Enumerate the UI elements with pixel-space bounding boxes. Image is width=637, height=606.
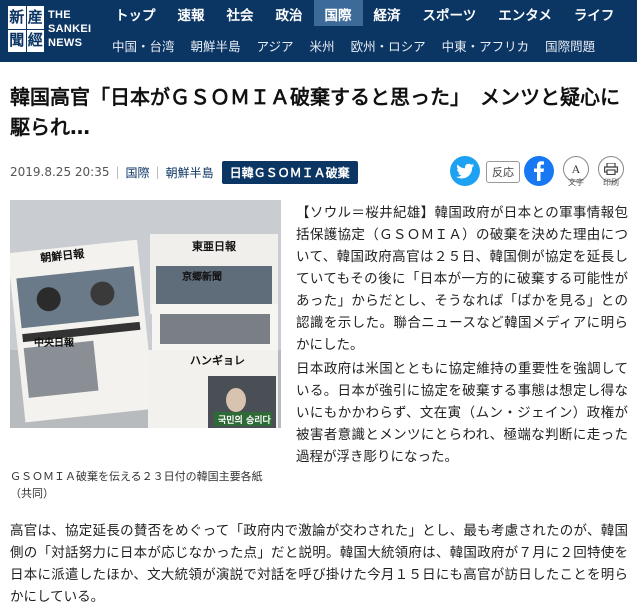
- logo-text-line: SANKEI: [48, 23, 92, 35]
- subnav-korean-peninsula[interactable]: 朝鮮半島: [183, 30, 249, 58]
- sign-text: 국민의 승리다: [218, 414, 272, 426]
- facebook-icon: [534, 161, 544, 181]
- article-paragraph: 【ソウル＝桜井紀雄】韓国政府が日本との軍事情報包括保護協定（ＧＳＯＭＩＡ）の破棄…: [296, 205, 628, 353]
- meta-separator: |: [155, 165, 160, 179]
- reaction-button[interactable]: 反応: [486, 161, 520, 183]
- logo-text-line: THE: [48, 9, 71, 21]
- nav-entertainment[interactable]: エンタメ: [487, 0, 563, 26]
- nav-politics[interactable]: 政治: [265, 0, 314, 26]
- article-paragraph: 高官は、協定延長の賛否をめぐって「政府内で激論が交わされた」とし、最も考慮された…: [10, 523, 628, 605]
- nav-breaking[interactable]: 速報: [167, 0, 216, 26]
- subnav-international-issues[interactable]: 国際問題: [537, 30, 603, 58]
- nav-life[interactable]: ライフ: [563, 0, 626, 26]
- article-title: 韓国高官「日本がＧＳＯＭＩＡ破棄すると思った」 メンツと疑心に駆られ…: [10, 85, 620, 139]
- nav-top[interactable]: トップ: [104, 0, 167, 26]
- subnav-asia[interactable]: アジア: [249, 30, 302, 58]
- logo-mark: 新 産 聞 經: [8, 6, 44, 52]
- site-header: 新 産 聞 經 THE SANKEI NEWS トップ 速報 社会 政治 国際 …: [0, 0, 637, 62]
- article-date: 2019.8.25 20:35: [10, 165, 110, 179]
- topic-tag[interactable]: 日韓ＧＳＯＭＩＡ破棄: [221, 160, 358, 184]
- nav-economy[interactable]: 経済: [363, 0, 412, 26]
- paper-name-4: 京郷新聞: [182, 270, 222, 283]
- sub-nav: 中国・台湾 朝鮮半島 アジア 米州 欧州・ロシア 中東・アフリカ 国際問題: [104, 30, 603, 58]
- category-link-korea[interactable]: 朝鮮半島: [166, 164, 214, 181]
- subnav-middle-east-africa[interactable]: 中東・アフリカ: [434, 30, 538, 58]
- logo-kanji-4: 經: [26, 29, 44, 52]
- meta-separator: |: [115, 165, 120, 179]
- twitter-share-button[interactable]: [450, 156, 480, 186]
- main-nav: トップ 速報 社会 政治 国際 経済 スポーツ エンタメ ライフ: [104, 0, 625, 26]
- print-icon: [604, 163, 618, 175]
- paper-name-5: ハンギョレ: [190, 353, 245, 367]
- article-photo[interactable]: 朝鮮日報 中央日報 東亜日報 京郷新聞 ハンギョレ 국민의 승리다: [10, 200, 281, 428]
- paper-name-3: 東亜日報: [192, 239, 237, 253]
- reaction-label: 反応: [492, 166, 514, 179]
- logo-text-line: NEWS: [48, 37, 83, 49]
- newspapers-image: 朝鮮日報 中央日報 東亜日報 京郷新聞 ハンギョレ 국민의 승리다: [10, 200, 281, 428]
- sankei-logo[interactable]: 新 産 聞 經 THE SANKEI NEWS: [8, 4, 94, 54]
- article-meta: 2019.8.25 20:35 | 国際 | 朝鮮半島 日韓ＧＳＯＭＩＡ破棄: [10, 160, 358, 184]
- paper-name-2: 中央日報: [34, 336, 75, 349]
- facebook-share-button[interactable]: [524, 156, 554, 186]
- print-label: 印刷: [603, 178, 619, 187]
- category-link-international[interactable]: 国際: [126, 164, 150, 181]
- article-paragraph: 日本政府は米国とともに協定維持の重要性を強調している。日本が強引に協定を破棄する…: [296, 361, 628, 465]
- font-size-label: 文字: [568, 178, 584, 187]
- subnav-europe-russia[interactable]: 欧州・ロシア: [343, 30, 434, 58]
- logo-kanji-2: 産: [26, 6, 44, 29]
- nav-society[interactable]: 社会: [216, 0, 265, 26]
- nav-sports[interactable]: スポーツ: [412, 0, 488, 26]
- logo-text: THE SANKEI NEWS: [48, 8, 91, 50]
- twitter-icon: [456, 163, 474, 179]
- logo-kanji-3: 聞: [8, 29, 26, 52]
- subnav-china-taiwan[interactable]: 中国・台湾: [104, 30, 183, 58]
- font-size-icon: A: [571, 161, 581, 176]
- photo-caption: ＧＳＯＭＩＡ破棄を伝える２３日付の韓国主要各紙（共同）: [10, 470, 263, 500]
- nav-international[interactable]: 国際: [313, 0, 363, 26]
- logo-kanji-1: 新: [8, 6, 26, 29]
- subnav-americas[interactable]: 米州: [302, 30, 343, 58]
